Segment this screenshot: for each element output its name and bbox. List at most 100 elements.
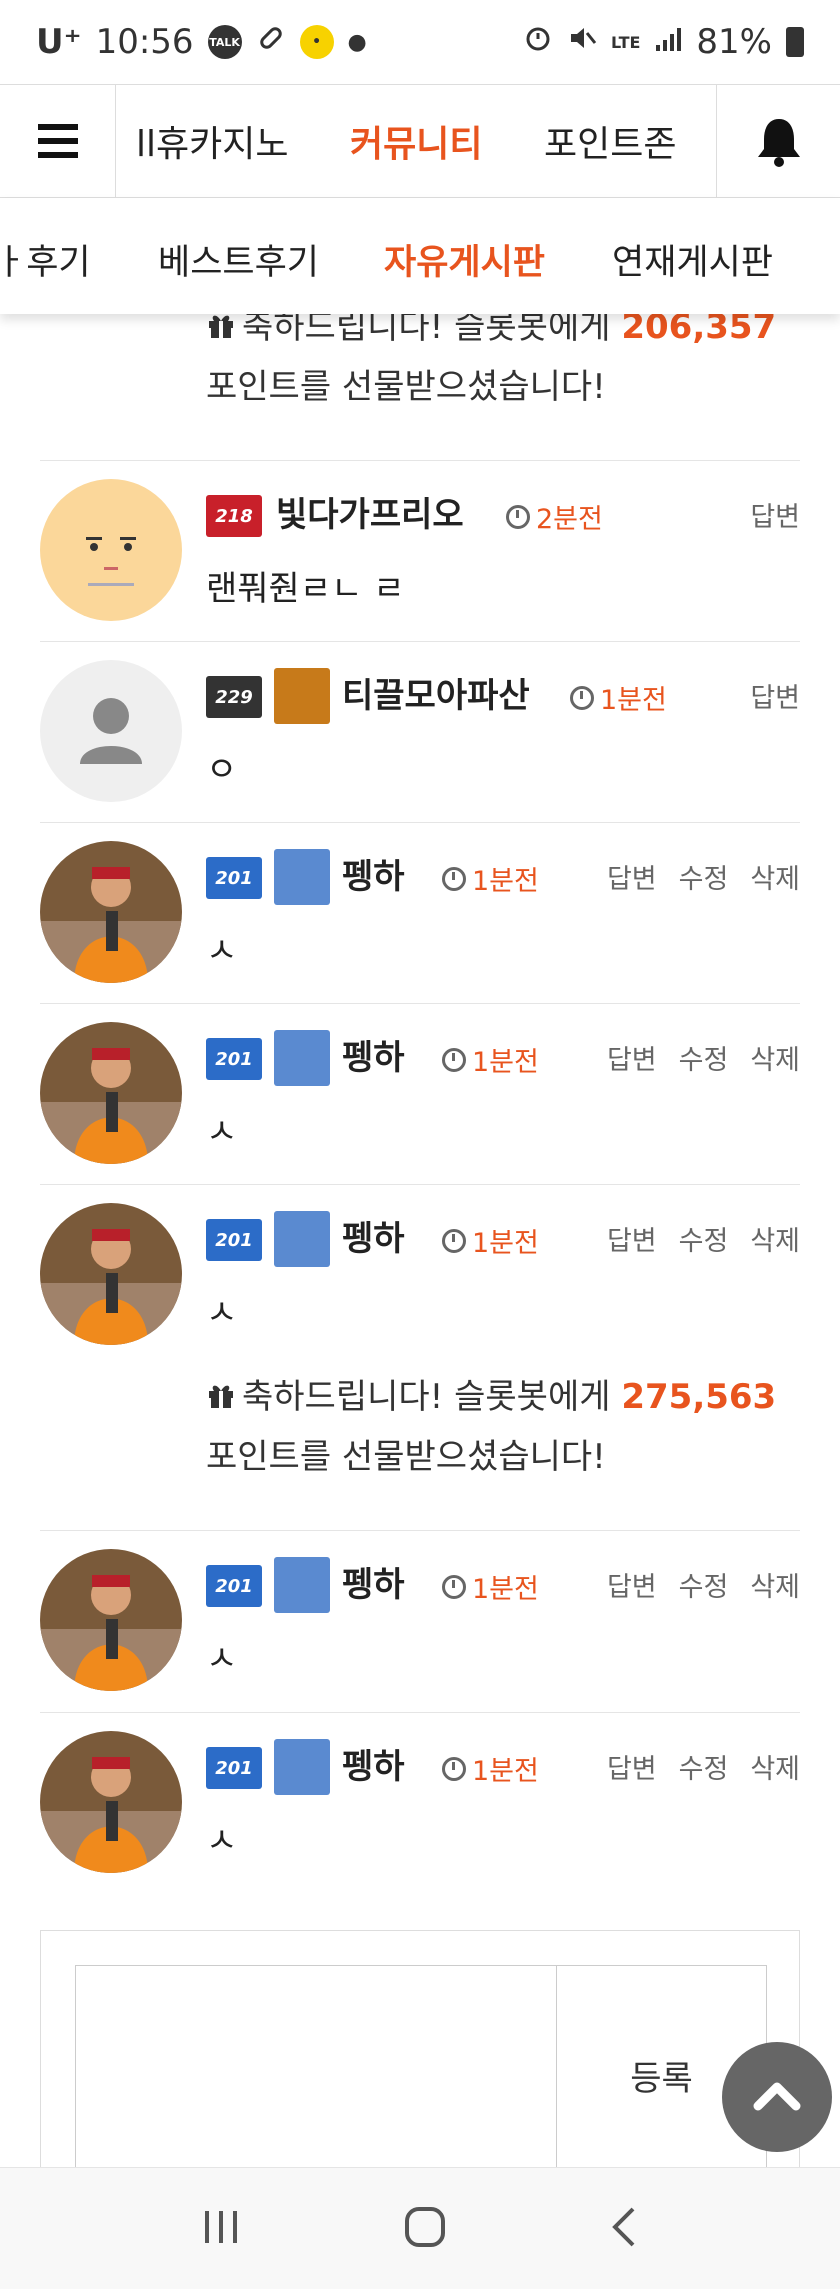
tab-casino[interactable]: ll휴카지노 xyxy=(136,115,288,167)
emoji-app-icon: • xyxy=(299,25,334,59)
tab-reviews[interactable]: ㅏ후기 xyxy=(0,234,91,285)
tab-point-zone[interactable]: 포인트존 xyxy=(544,115,676,167)
clock-icon xyxy=(570,685,594,710)
nickname[interactable]: 펭하 xyxy=(342,1030,405,1079)
reply-button[interactable]: 답변 xyxy=(607,857,657,896)
gift-suffix: 포인트를 선물받으셨습니다! xyxy=(206,366,606,407)
tab-series-board[interactable]: 연재게시판 xyxy=(612,234,773,285)
nickname[interactable]: 펭하 xyxy=(342,1557,405,1606)
time-text: 1분전 xyxy=(472,866,539,897)
comment-item: 201 펭하 1분전 답변 수정 삭제 ㅅ xyxy=(40,1530,800,1711)
signal-icon xyxy=(654,22,682,62)
avatar xyxy=(40,479,182,621)
reply-button[interactable]: 답변 xyxy=(750,495,800,534)
clock-icon xyxy=(442,1756,466,1781)
comment-time: 1분전 xyxy=(570,678,667,717)
scroll-to-top-button[interactable] xyxy=(722,2042,832,2152)
level-badge: 229 xyxy=(206,676,262,718)
status-bar: U⁺ 10:56 TALK • ● LTE 81% xyxy=(0,0,840,84)
comment-text: ㅅ xyxy=(206,1112,238,1152)
chevron-up-icon xyxy=(752,2078,802,2116)
edit-button[interactable]: 수정 xyxy=(679,1747,729,1786)
gift-prefix: 축하드립니다! 슬롯봇에게 xyxy=(242,1377,611,1417)
time-text: 1분전 xyxy=(600,685,667,716)
submit-label: 등록 xyxy=(630,2058,693,2099)
time-text: 1분전 xyxy=(472,1228,539,1259)
level-badge: 201 xyxy=(206,1219,262,1261)
comment-write-box: 등록 xyxy=(40,1930,800,2185)
menu-icon[interactable] xyxy=(0,85,116,197)
delete-button[interactable]: 삭제 xyxy=(750,857,800,896)
comment-time: 1분전 xyxy=(442,1221,539,1260)
comment-time: 1분전 xyxy=(442,1749,539,1788)
bonus-badge-icon xyxy=(274,849,330,905)
nickname[interactable]: 펭하 xyxy=(342,1211,405,1260)
comment-actions: 답변 수정 삭제 xyxy=(607,1565,800,1604)
level-number: 201 xyxy=(215,1757,253,1779)
edit-button[interactable]: 수정 xyxy=(679,1219,729,1258)
battery-icon xyxy=(786,27,804,57)
gift-points: 275,563 xyxy=(621,1377,777,1417)
battery-percent: 81% xyxy=(696,22,772,62)
time-text: 1분전 xyxy=(472,1756,539,1787)
delete-button[interactable]: 삭제 xyxy=(750,1747,800,1786)
reply-button[interactable]: 답변 xyxy=(607,1219,657,1258)
tab-free-board[interactable]: 자유게시판 xyxy=(384,234,545,285)
comment-time: 1분전 xyxy=(442,1040,539,1079)
recent-apps-icon[interactable] xyxy=(201,2207,241,2251)
level-number: 201 xyxy=(215,1575,253,1597)
mute-icon xyxy=(567,22,597,62)
tab-best-reviews[interactable]: 베스트후기 xyxy=(158,234,319,285)
level-badge: 201 xyxy=(206,1038,262,1080)
comment-input[interactable] xyxy=(75,1965,557,2185)
nickname[interactable]: 펭하 xyxy=(342,849,405,898)
gift-message: 축하드립니다! 슬롯봇에게 206,357 포인트를 선물받으셨습니다! xyxy=(206,298,776,416)
reply-button[interactable]: 답변 xyxy=(607,1038,657,1077)
time-text: 1분전 xyxy=(472,1574,539,1605)
comment-time: 2분전 xyxy=(506,497,603,536)
nickname[interactable]: 티끌모아파산 xyxy=(342,668,530,717)
tab-community[interactable]: 커뮤니티 xyxy=(350,115,482,167)
comment-text: ㅅ xyxy=(206,1821,238,1861)
gift-message: 축하드립니다! 슬롯봇에게 275,563 포인트를 선물받으셨습니다! xyxy=(206,1368,776,1486)
delete-button[interactable]: 삭제 xyxy=(750,1038,800,1077)
comment-actions: 답변 수정 삭제 xyxy=(607,857,800,896)
comment-text: ㅇ xyxy=(206,750,238,790)
clock-icon xyxy=(506,504,530,529)
dot-icon: ● xyxy=(347,29,367,55)
comment-item: 201 펭하 1분전 답변 수정 삭제 ㅅ xyxy=(40,1712,800,1893)
reply-button[interactable]: 답변 xyxy=(750,676,800,715)
bonus-badge-icon xyxy=(274,1557,330,1613)
home-icon[interactable] xyxy=(403,2205,447,2253)
edit-button[interactable]: 수정 xyxy=(679,1565,729,1604)
level-badge: 201 xyxy=(206,1747,262,1789)
edit-button[interactable]: 수정 xyxy=(679,1038,729,1077)
clock-icon xyxy=(442,1574,466,1599)
reply-button[interactable]: 답변 xyxy=(607,1565,657,1604)
nickname[interactable]: 펭하 xyxy=(342,1739,405,1788)
back-icon[interactable] xyxy=(609,2205,639,2253)
comment-item: 201 펭하 1분전 답변 수정 삭제 ㅅ xyxy=(40,822,800,1003)
notification-bell-icon[interactable] xyxy=(716,85,840,197)
reply-button[interactable]: 답변 xyxy=(607,1747,657,1786)
board-tabs: ㅏ후기 베스트후기 자유게시판 연재게시판 xyxy=(0,198,840,314)
delete-button[interactable]: 삭제 xyxy=(750,1219,800,1258)
delete-button[interactable]: 삭제 xyxy=(750,1565,800,1604)
comment-actions: 답변 xyxy=(750,495,800,534)
comment-text: ㅅ xyxy=(206,1639,238,1679)
lte-label: LTE xyxy=(611,32,641,52)
comment-text: ㅅ xyxy=(206,1293,238,1333)
nickname[interactable]: 빛다가프리오 xyxy=(276,487,464,536)
clock-time: 10:56 xyxy=(95,22,194,62)
comment-item: 229 티끌모아파산 1분전 답변 ㅇ xyxy=(40,641,800,822)
comment-actions: 답변 수정 삭제 xyxy=(607,1219,800,1258)
time-text: 1분전 xyxy=(472,1047,539,1078)
photo-avatar xyxy=(40,1731,182,1873)
edit-button[interactable]: 수정 xyxy=(679,857,729,896)
level-number: 201 xyxy=(215,1229,253,1251)
main-tabs: ll휴카지노 커뮤니티 포인트존 xyxy=(116,85,716,197)
talk-icon-label: TALK xyxy=(209,35,240,49)
comment-text: 랜풔줜ㄹㄴ ㄹ xyxy=(206,569,405,609)
time-text: 2분전 xyxy=(536,504,603,535)
photo-avatar xyxy=(40,1203,182,1345)
